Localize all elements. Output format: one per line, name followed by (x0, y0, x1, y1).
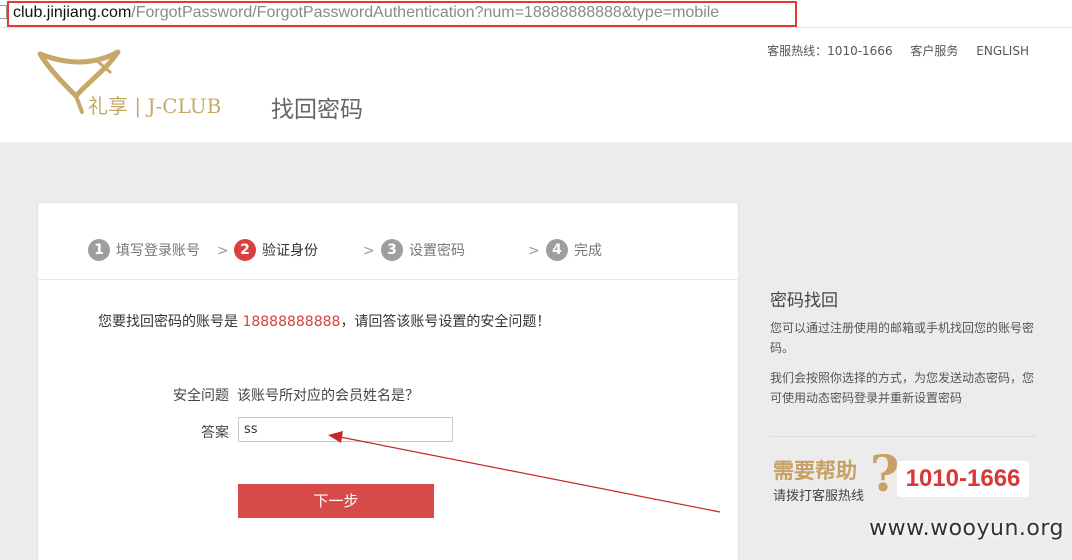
hotline-text: 客服热线：1010-1666 (767, 44, 893, 58)
step-1-label: 填写登录账号 (116, 243, 200, 259)
account-notice: 您要找回密码的账号是 18888888888，请回答该账号设置的安全问题！ (98, 311, 550, 331)
english-link[interactable]: ENGLISH (976, 44, 1029, 58)
verify-card: 1 填写登录账号 > 2 验证身份 > 3 设置密码 > 4 完成 您要找回密码的账号是… (37, 202, 739, 560)
url-domain: club.jinjiang.com (13, 4, 132, 21)
watermark: www.wooyun.org (869, 516, 1064, 541)
sidebar-title: 密码找回 (770, 291, 838, 311)
question-mark-icon: ? (870, 444, 900, 503)
step-4-label: 完成 (574, 243, 602, 259)
top-links: 客服热线：1010-1666 客户服务 ENGLISH (753, 42, 1029, 59)
account-number: 18888888888 (242, 314, 341, 330)
answer-label: 答案 (201, 425, 229, 441)
step-1: 1 填写登录账号 (88, 239, 200, 263)
step-3-label: 设置密码 (409, 243, 465, 259)
step-separator: > (363, 243, 375, 259)
site-header: 礼享 | J-CLUB 找回密码 客服热线：1010-1666 客户服务 ENG… (0, 28, 1072, 142)
customer-service-link[interactable]: 客户服务 (910, 44, 958, 58)
step-separator: > (217, 243, 229, 259)
step-indicator: 1 填写登录账号 > 2 验证身份 > 3 设置密码 > 4 完成 (38, 203, 738, 280)
address-bar[interactable]: club.jinjiang.com/ForgotPassword/ForgotP… (0, 0, 1072, 28)
notice-prefix: 您要找回密码的账号是 (98, 314, 238, 330)
step-2-label: 验证身份 (262, 243, 318, 259)
step-2-number: 2 (234, 239, 256, 261)
page-icon (0, 5, 7, 19)
logo-text: 礼享 | J-CLUB (88, 94, 222, 118)
step-3: 3 设置密码 (381, 239, 465, 263)
help-title: 需要帮助 (773, 459, 857, 483)
notice-suffix: ，请回答该账号设置的安全问题！ (340, 314, 551, 330)
answer-input[interactable] (238, 417, 453, 442)
step-1-number: 1 (88, 239, 110, 261)
step-4: 4 完成 (546, 239, 602, 263)
step-separator: > (528, 243, 540, 259)
security-question: 该账号所对应的会员姓名是？ (237, 388, 419, 404)
step-3-number: 3 (381, 239, 403, 261)
sidebar-divider (770, 436, 1036, 437)
sidebar-paragraph-1: 您可以通过注册使用的邮箱或手机找回您的账号密码。 (770, 321, 1035, 355)
sidebar-paragraph-2: 我们会按照你选择的方式，为您发送动态密码，您可使用动态密码登录并重新设置密码 (770, 371, 1035, 405)
help-subtitle: 请拨打客服热线 (773, 489, 865, 504)
page-title: 找回密码 (271, 97, 363, 123)
url-highlight-box: club.jinjiang.com/ForgotPassword/ForgotP… (7, 1, 797, 27)
step-2: 2 验证身份 (234, 239, 318, 263)
step-4-number: 4 (546, 239, 568, 261)
url-path: /ForgotPassword/ForgotPasswordAuthentica… (131, 4, 720, 21)
url-text[interactable]: club.jinjiang.com/ForgotPassword/ForgotP… (13, 3, 719, 23)
next-step-button[interactable]: 下一步 (238, 484, 434, 518)
question-label: 安全问题 (173, 388, 229, 404)
help-phone-number: 1010-1666 (897, 461, 1029, 497)
